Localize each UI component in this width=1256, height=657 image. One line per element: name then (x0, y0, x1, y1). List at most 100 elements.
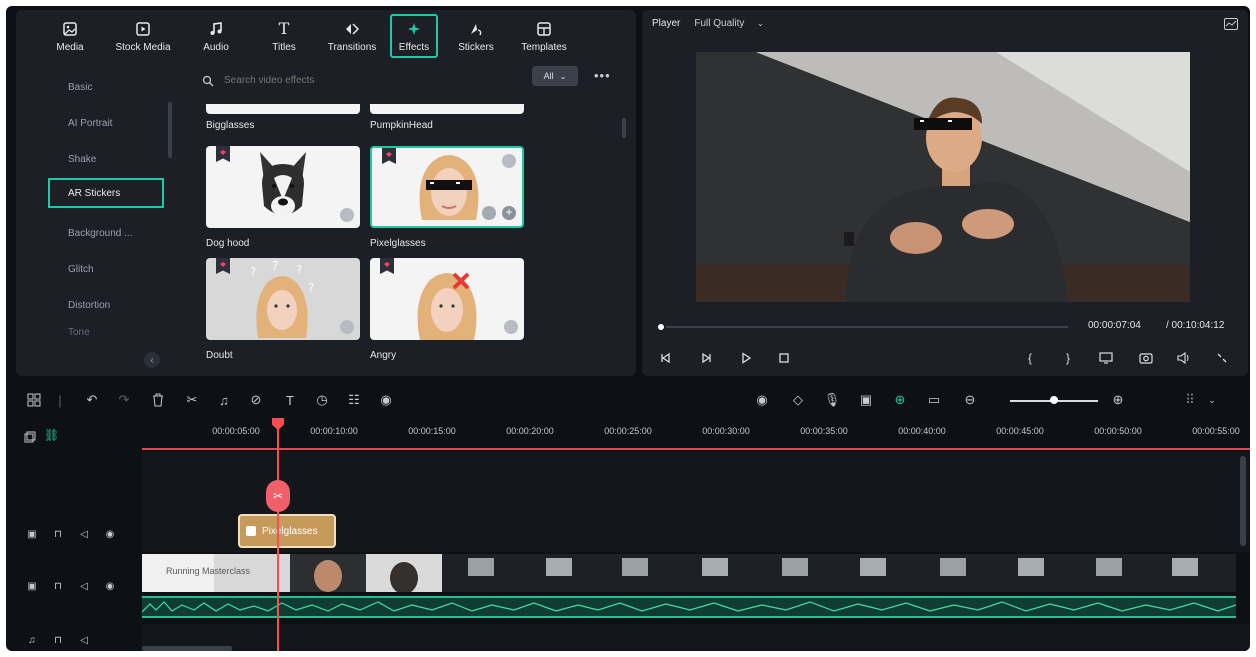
category-tone[interactable]: Tone (50, 326, 166, 338)
category-ai-portrait[interactable]: AI Portrait (50, 108, 166, 138)
zoom-in-icon[interactable]: ⊕ (1108, 390, 1128, 410)
category-background[interactable]: Background ... (50, 218, 166, 248)
redo-icon[interactable]: ↷ (114, 390, 134, 410)
tab-stock-media[interactable]: Stock Media (108, 10, 178, 62)
category-scrollbar[interactable] (168, 102, 172, 158)
playback-scrubber-knob[interactable] (656, 322, 666, 332)
speed-timer-icon[interactable]: ◷ (312, 390, 332, 410)
text-icon[interactable]: T (280, 390, 300, 410)
stop-icon[interactable] (776, 350, 792, 366)
undo-icon[interactable]: ↶ (82, 390, 102, 410)
category-label: AI Portrait (68, 117, 113, 129)
audio-split-icon[interactable]: ♫ (214, 390, 234, 410)
track-layout-icon[interactable]: ⠿ (1180, 390, 1200, 410)
timeline-vertical-scrollbar[interactable] (1240, 456, 1246, 546)
player-label: Player (652, 18, 681, 29)
stock-media-icon (134, 20, 152, 38)
effect-thumbnail-bigglasses[interactable] (206, 104, 360, 114)
tab-titles[interactable]: T Titles (254, 10, 314, 62)
video-clip-track[interactable]: Running Masterclass (142, 554, 1236, 592)
category-ar-stickers[interactable]: AR Stickers (48, 178, 164, 208)
volume-icon[interactable] (1176, 350, 1192, 366)
category-basic[interactable]: Basic (50, 72, 166, 102)
search-input[interactable] (224, 74, 524, 86)
mark-in-icon[interactable]: { (1022, 350, 1038, 366)
download-icon[interactable] (340, 320, 354, 334)
category-distortion[interactable]: Distortion (50, 290, 166, 320)
link-icon[interactable]: ⛓ (44, 428, 59, 442)
track-manager-icon[interactable] (24, 430, 36, 448)
lock-icon[interactable]: ⊓ (52, 634, 64, 646)
ruler-tick: 00:00:35:00 (800, 426, 848, 436)
tag-icon[interactable]: ⊘ (246, 390, 266, 410)
timeline-horizontal-scrollbar[interactable] (142, 646, 232, 651)
effect-card-doubt[interactable]: ? ? ? ? (206, 258, 360, 340)
effect-card-pixelglasses[interactable]: + (370, 146, 524, 228)
next-frame-icon[interactable] (698, 350, 714, 366)
lock-icon[interactable]: ⊓ (52, 528, 64, 540)
favorite-icon[interactable] (502, 154, 516, 168)
fullscreen-icon[interactable] (1214, 350, 1230, 366)
adjust-icon[interactable]: ☷ (344, 390, 364, 410)
split-at-playhead-button[interactable]: ✂ (266, 480, 290, 512)
zoom-out-icon[interactable]: ⊖ (960, 390, 980, 410)
tab-audio[interactable]: Audio (186, 10, 246, 62)
snap-icon[interactable]: ⊕ (890, 390, 910, 410)
chevron-down-icon[interactable]: ⌄ (1202, 390, 1222, 410)
tab-transitions[interactable]: Transitions (322, 10, 382, 62)
effect-card-dog-hood[interactable] (206, 146, 360, 228)
effect-card-angry[interactable] (370, 258, 524, 340)
zoom-slider-knob[interactable] (1050, 396, 1058, 404)
display-icon[interactable] (1098, 350, 1114, 366)
download-icon[interactable] (340, 208, 354, 222)
eye-icon[interactable]: ◉ (104, 528, 116, 540)
video-clip-title: Running Masterclass (166, 566, 251, 576)
ruler-tick: 00:00:40:00 (898, 426, 946, 436)
previous-frame-icon[interactable] (658, 350, 674, 366)
effect-clip-pixelglasses[interactable]: Pixelglasses (238, 514, 336, 548)
category-shake[interactable]: Shake (50, 144, 166, 174)
mute-icon[interactable]: ◁ (78, 634, 90, 646)
delete-icon[interactable] (148, 390, 168, 410)
category-glitch[interactable]: Glitch (50, 254, 166, 284)
audio-waveform[interactable] (142, 596, 1236, 618)
filter-dropdown[interactable]: All ⌄ (532, 66, 578, 86)
timeline-ruler[interactable]: 00:00:05:00 00:00:10:00 00:00:15:00 00:0… (142, 420, 1250, 450)
tab-templates[interactable]: Templates (514, 10, 574, 62)
color-match-icon[interactable]: ◉ (376, 390, 396, 410)
playhead-line[interactable] (277, 424, 279, 651)
scissors-icon[interactable]: ✂ (182, 390, 202, 410)
tab-effects[interactable]: Effects (390, 14, 438, 58)
mark-out-icon[interactable]: } (1060, 350, 1076, 366)
ruler-tick: 00:00:25:00 (604, 426, 652, 436)
lock-icon[interactable]: ⊓ (52, 580, 64, 592)
video-preview[interactable] (696, 52, 1190, 302)
marker-icon[interactable]: ◇ (788, 390, 808, 410)
playback-progress-bar[interactable] (660, 326, 1068, 328)
ruler-tick: 00:00:20:00 (506, 426, 554, 436)
quality-dropdown[interactable]: Full Quality ⌄ (694, 18, 764, 29)
more-options-icon[interactable]: ••• (594, 68, 611, 83)
play-icon[interactable] (738, 350, 754, 366)
mute-icon[interactable]: ◁ (78, 580, 90, 592)
mute-icon[interactable]: ◁ (78, 528, 90, 540)
eye-icon[interactable]: ◉ (104, 580, 116, 592)
ai-audio-icon[interactable]: ▣ (856, 390, 876, 410)
collapse-panel-button[interactable]: ‹ (144, 352, 160, 368)
download-icon[interactable] (482, 206, 496, 220)
add-to-timeline-icon[interactable]: + (502, 206, 516, 220)
tab-media[interactable]: Media (40, 10, 100, 62)
chevron-left-icon: ‹ (150, 354, 154, 366)
ruler-tick: 00:00:10:00 (310, 426, 358, 436)
tab-stickers[interactable]: Stickers (446, 10, 506, 62)
effect-grid-scrollbar[interactable] (622, 118, 626, 138)
layout-grid-icon[interactable] (24, 390, 44, 410)
microphone-icon[interactable]: 🎙 (822, 390, 842, 410)
download-icon[interactable] (504, 320, 518, 334)
effect-thumbnail-pumpkinhead[interactable] (370, 104, 524, 114)
render-preview-icon[interactable]: ◉ (752, 390, 772, 410)
snapshot-icon[interactable] (1138, 350, 1154, 366)
music-track-area[interactable] (142, 624, 1250, 651)
pip-icon[interactable]: ▭ (924, 390, 944, 410)
scope-icon[interactable] (1224, 18, 1238, 30)
